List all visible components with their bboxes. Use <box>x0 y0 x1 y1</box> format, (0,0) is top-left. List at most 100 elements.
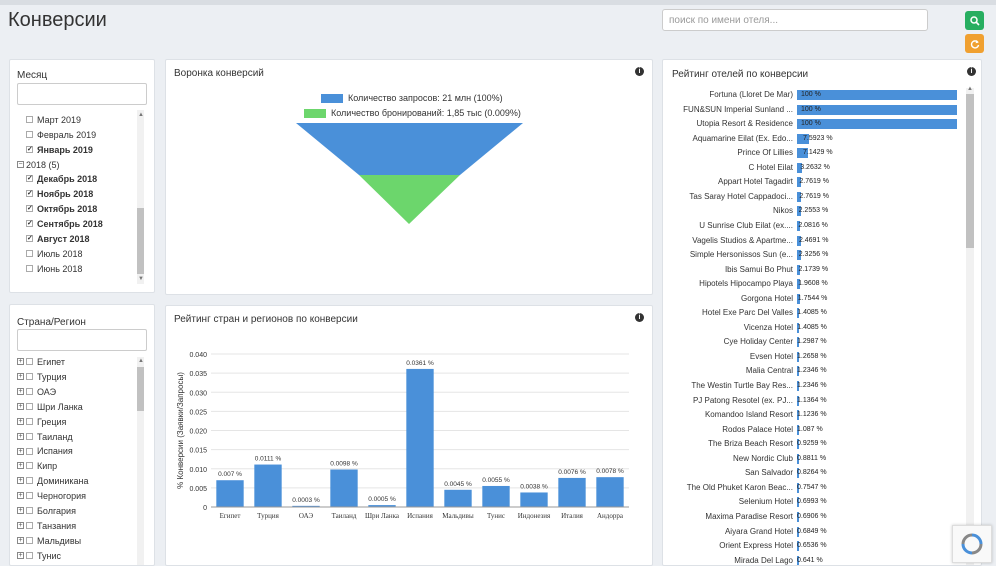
country-checkbox[interactable] <box>26 477 33 485</box>
hotel-row[interactable]: Komandoo Island Resort 1.1236 % <box>663 408 963 422</box>
expand-icon[interactable]: + <box>17 492 24 500</box>
month-list-scrollbar[interactable] <box>137 110 144 284</box>
expand-icon[interactable]: + <box>17 462 24 470</box>
month-item[interactable]: Август 2018 <box>26 232 90 246</box>
scroll-up-arrow-icon[interactable]: ▲ <box>138 358 144 364</box>
month-checkbox[interactable] <box>26 146 33 154</box>
hotel-row[interactable]: Aiyara Grand Hotel 0.6849 % <box>663 525 963 539</box>
country-item[interactable]: + Египет <box>17 355 65 369</box>
country-checkbox[interactable] <box>26 387 33 395</box>
month-checkbox[interactable] <box>26 205 33 213</box>
month-item[interactable]: Февраль 2019 <box>26 128 96 142</box>
month-checkbox[interactable] <box>26 190 33 198</box>
info-icon[interactable]: i <box>967 67 976 76</box>
hotel-row[interactable]: Ibis Samui Bo Phut 2.1739 % <box>663 263 963 277</box>
country-checkbox[interactable] <box>26 432 33 440</box>
country-checkbox[interactable] <box>26 447 33 455</box>
country-checkbox[interactable] <box>26 492 33 500</box>
country-bar[interactable] <box>406 368 434 507</box>
expand-icon[interactable]: + <box>17 387 24 395</box>
country-item[interactable]: + Тунис <box>17 549 61 563</box>
country-checkbox[interactable] <box>26 462 33 470</box>
hotel-row[interactable]: Cye Holiday Center 1.2987 % <box>663 335 963 349</box>
hotel-row[interactable]: Orient Express Hotel 0.6536 % <box>663 539 963 553</box>
info-icon[interactable]: i <box>635 313 644 322</box>
hotel-row[interactable]: New Nordic Club 0.8811 % <box>663 452 963 466</box>
hotel-row[interactable]: Fortuna (Lloret De Mar) 100 % <box>663 88 963 102</box>
country-bar[interactable] <box>330 469 358 507</box>
expand-icon[interactable]: + <box>17 507 24 515</box>
country-checkbox[interactable] <box>26 507 33 515</box>
country-item[interactable]: + Мальдивы <box>17 534 81 548</box>
expand-icon[interactable]: + <box>17 417 24 425</box>
hotel-row[interactable]: C Hotel Eilat 3.2632 % <box>663 161 963 175</box>
country-bar[interactable] <box>596 477 624 507</box>
hotel-search-input[interactable] <box>662 9 928 31</box>
month-checkbox[interactable] <box>26 175 33 183</box>
month-item[interactable]: Ноябрь 2018 <box>26 187 93 201</box>
hotel-row[interactable]: Prince Of Lillies 7.1429 % <box>663 146 963 160</box>
month-checkbox[interactable] <box>26 220 33 228</box>
country-bar[interactable] <box>444 489 472 507</box>
hotel-row[interactable]: Vicenza Hotel 1.4085 % <box>663 321 963 335</box>
hotel-row[interactable]: Appart Hotel Tagadirt 2.7619 % <box>663 175 963 189</box>
hotel-row[interactable]: Utopia Resort & Residence 100 % <box>663 117 963 131</box>
country-scroll-thumb[interactable] <box>137 367 144 411</box>
country-checkbox[interactable] <box>26 522 33 530</box>
hotel-row[interactable]: Maxima Paradise Resort 0.6906 % <box>663 510 963 524</box>
country-item[interactable]: + ОАЭ <box>17 385 56 399</box>
hotel-row[interactable]: U Sunrise Club Eilat (ex.... 2.0816 % <box>663 219 963 233</box>
year-group-2018[interactable]: −2018 (5) <box>17 158 60 172</box>
month-item[interactable]: Октябрь 2018 <box>26 202 97 216</box>
search-button[interactable] <box>965 11 984 30</box>
hotel-row[interactable]: FUN&SUN Imperial Sunland ... 100 % <box>663 103 963 117</box>
country-item[interactable]: + Шри Ланка <box>17 400 83 414</box>
month-scroll-thumb[interactable] <box>137 208 144 274</box>
hotels-scrollbar[interactable] <box>966 88 974 565</box>
country-bar[interactable] <box>216 480 244 507</box>
scroll-up-arrow-icon[interactable]: ▲ <box>138 112 144 118</box>
country-checkbox[interactable] <box>26 358 33 366</box>
country-item[interactable]: + Испания <box>17 444 73 458</box>
country-bar[interactable] <box>520 492 548 507</box>
month-checkbox[interactable] <box>26 131 33 139</box>
country-checkbox[interactable] <box>26 373 33 381</box>
month-item[interactable]: Декабрь 2018 <box>26 172 97 186</box>
country-item[interactable]: + Турция <box>17 370 66 384</box>
scroll-down-arrow-icon[interactable]: ▼ <box>138 276 144 282</box>
country-bar[interactable] <box>558 477 586 507</box>
country-item[interactable]: + Доминикана <box>17 474 89 488</box>
hotel-row[interactable]: Selenium Hotel 0.6993 % <box>663 495 963 509</box>
country-bar[interactable] <box>254 464 282 507</box>
funnel-bookings-segment[interactable] <box>359 175 460 224</box>
country-checkbox[interactable] <box>26 402 33 410</box>
expand-icon[interactable]: + <box>17 477 24 485</box>
country-filter-input[interactable] <box>17 329 147 351</box>
country-checkbox[interactable] <box>26 536 33 544</box>
expand-icon[interactable]: + <box>17 358 24 366</box>
hotel-row[interactable]: San Salvador 0.8264 % <box>663 466 963 480</box>
hotel-row[interactable]: The Briza Beach Resort 0.9259 % <box>663 437 963 451</box>
country-item[interactable]: + Болгария <box>17 504 76 518</box>
hotel-row[interactable]: Aquamarine Eilat (Ex. Edo... 7.5923 % <box>663 132 963 146</box>
hotel-row[interactable]: PJ Patong Resotel (ex. PJ... 1.1364 % <box>663 394 963 408</box>
month-checkbox[interactable] <box>26 116 33 124</box>
country-checkbox[interactable] <box>26 551 33 559</box>
scroll-up-arrow-icon[interactable]: ▲ <box>967 86 973 92</box>
refresh-button[interactable] <box>965 34 984 53</box>
hotel-row[interactable]: Vagelis Studios & Apartme... 2.4691 % <box>663 234 963 248</box>
hotel-row[interactable]: Rodos Palace Hotel 1.087 % <box>663 423 963 437</box>
recaptcha-badge[interactable] <box>952 525 992 563</box>
month-checkbox[interactable] <box>26 265 33 273</box>
month-filter-input[interactable] <box>17 83 147 105</box>
hotel-row[interactable]: Gorgona Hotel 1.7544 % <box>663 292 963 306</box>
hotel-row[interactable]: Simple Hersonissos Sun (e... 2.3256 % <box>663 248 963 262</box>
month-item[interactable]: Март 2019 <box>26 113 81 127</box>
hotel-row[interactable]: The Old Phuket Karon Beac... 0.7547 % <box>663 481 963 495</box>
expand-icon[interactable]: + <box>17 373 24 381</box>
month-checkbox[interactable] <box>26 250 33 258</box>
hotel-row[interactable]: Mirada Del Lago 0.641 % <box>663 554 963 565</box>
country-item[interactable]: + Танзания <box>17 519 76 533</box>
hotels-scroll-thumb[interactable] <box>966 94 974 248</box>
expand-icon[interactable]: + <box>17 432 24 440</box>
